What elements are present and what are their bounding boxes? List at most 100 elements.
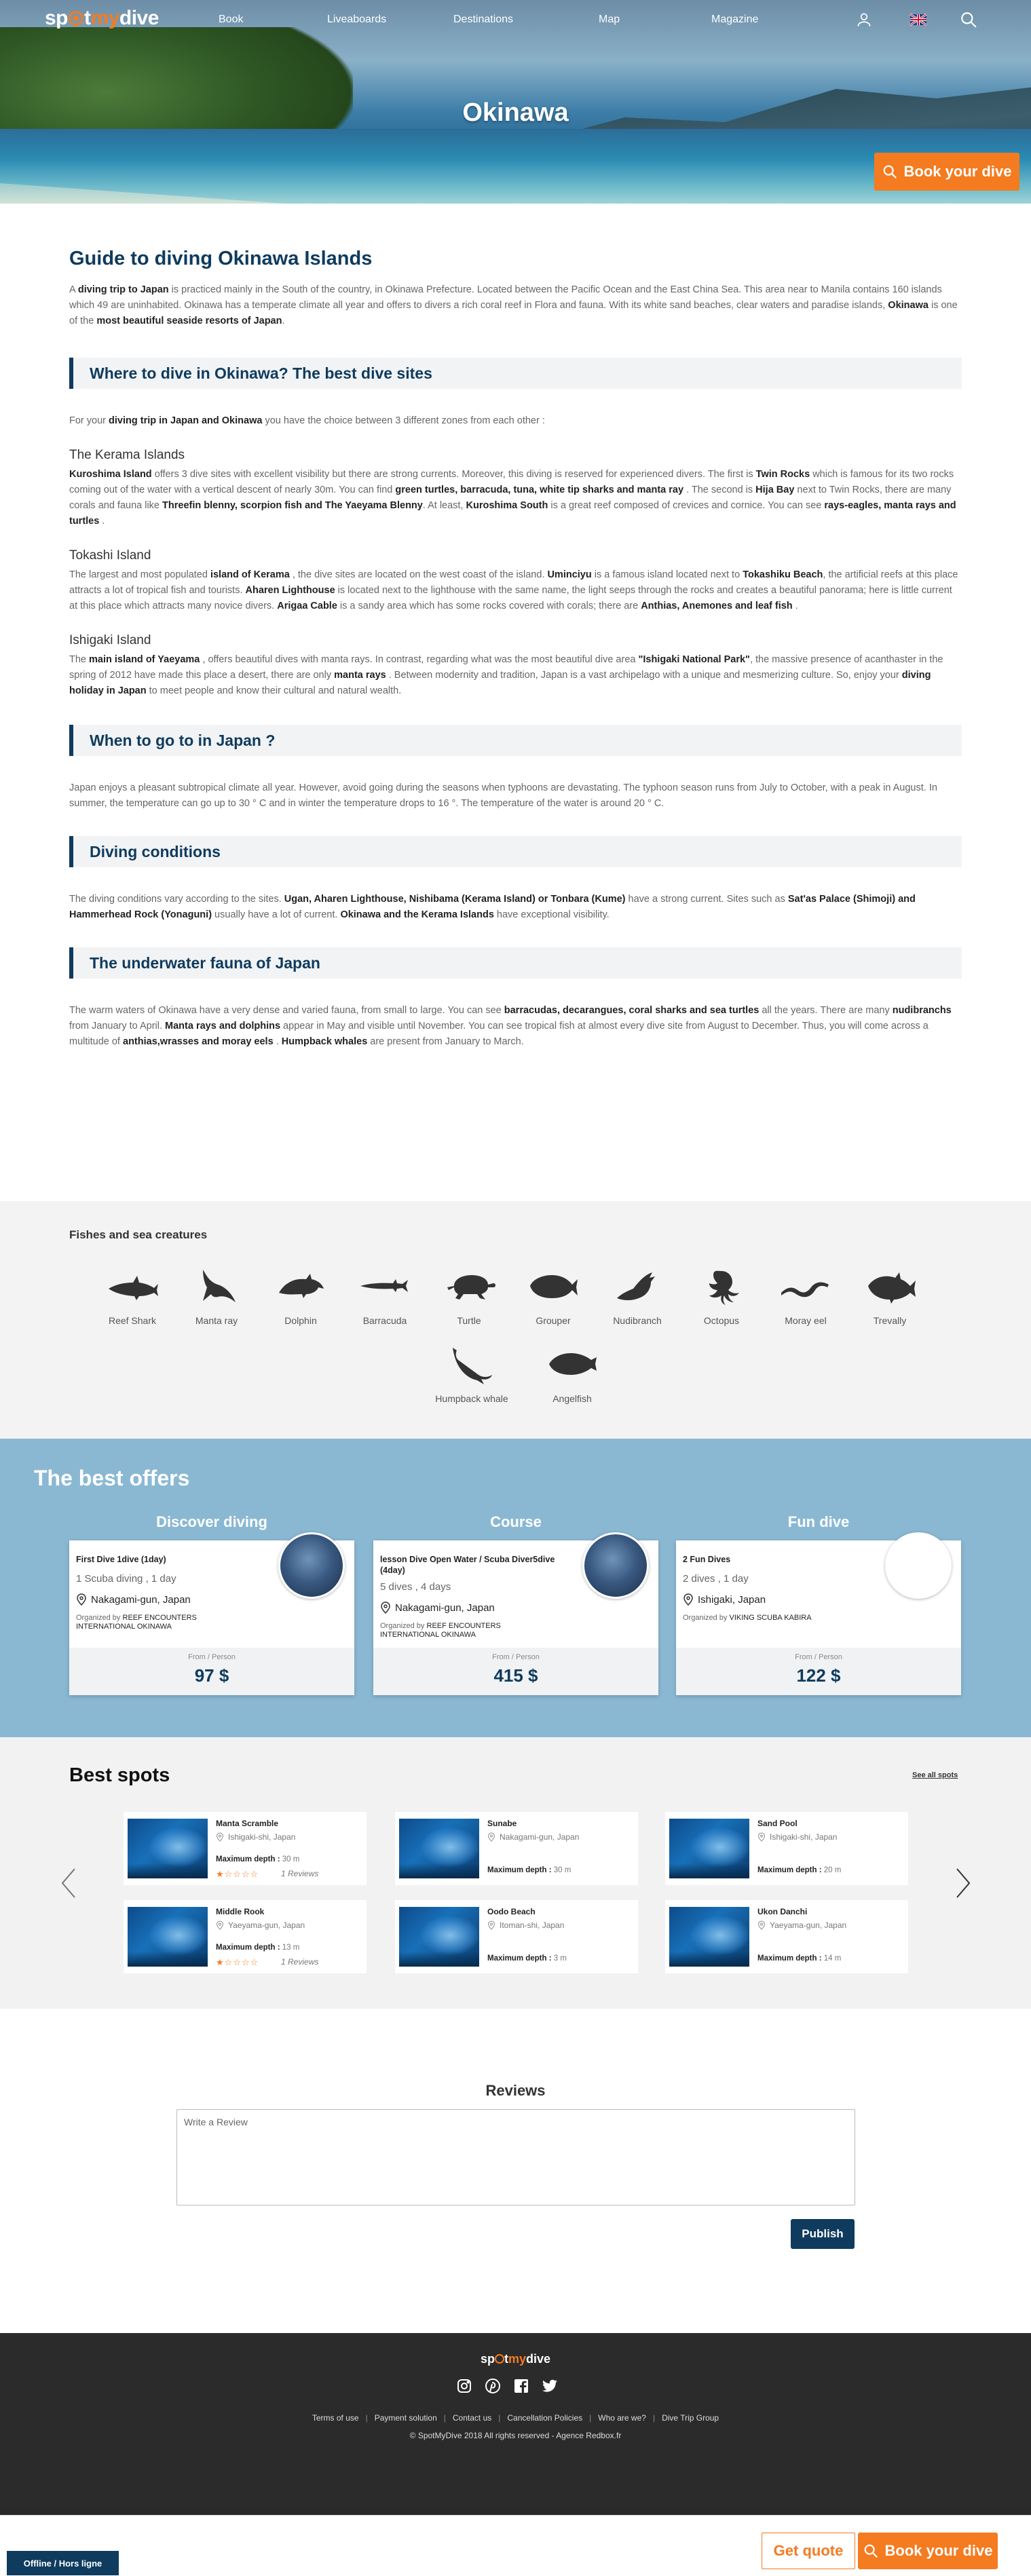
offer-price: 97 $ [194, 1665, 229, 1686]
search-icon[interactable] [960, 11, 977, 29]
creature-humpback-whale[interactable]: Humpback whale [434, 1344, 509, 1404]
hero-book-button[interactable]: Book your dive [874, 153, 1019, 191]
spot-card[interactable]: Middle Rook Yaeyama-gun, Japan Maximum dep… [124, 1900, 367, 1973]
facebook-icon[interactable] [513, 2378, 529, 2398]
nudibranch-icon [617, 1272, 655, 1300]
footer-link[interactable]: Dive Trip Group [662, 2413, 719, 2423]
twitter-icon[interactable] [542, 2378, 558, 2398]
nav-destinations[interactable]: Destinations [453, 14, 513, 26]
reviews-title: Reviews [485, 2082, 546, 2099]
creature-trevally[interactable]: Trevally [852, 1266, 927, 1326]
footer-link[interactable]: Cancellation Policies [507, 2413, 582, 2423]
offer-price-footer: From / Person 97 $ [69, 1648, 354, 1695]
offer-name[interactable]: First Dive 1dive (1day) [76, 1554, 252, 1565]
rating-stars: ★☆☆☆☆ [216, 1869, 259, 1879]
spot-thumbnail[interactable] [669, 1907, 749, 1967]
spot-name[interactable]: Manta Scramble [216, 1819, 278, 1828]
creature-angelfish[interactable]: Angelfish [535, 1344, 610, 1404]
review-textarea[interactable]: Write a Review [176, 2109, 855, 2205]
spot-card[interactable]: Sunabe Nakagami-gun, Japan Maximum depth :… [395, 1812, 638, 1885]
price-from-label: From / Person [795, 1653, 842, 1661]
creature-octopus[interactable]: Octopus [684, 1266, 759, 1326]
offer-card[interactable]: First Dive 1dive (1day) 1 Scuba diving , … [69, 1532, 354, 1695]
creature-nudibranch[interactable]: Nudibranch [600, 1266, 675, 1326]
nav-map[interactable]: Map [599, 14, 620, 26]
offer-location: Nakagami-gun, Japan [380, 1602, 495, 1614]
creature-label: Octopus [703, 1315, 740, 1326]
offer-card[interactable]: lesson Dive Open Water / Scuba Diver5div… [373, 1532, 658, 1695]
spot-depth: Maximum depth : 13 m [216, 1944, 300, 1952]
spot-card[interactable]: Manta Scramble Ishigaki-shi, Japan Maximum… [124, 1812, 367, 1885]
location-pin-icon [216, 1832, 224, 1842]
carousel-next-icon[interactable] [953, 1866, 973, 1900]
spot-depth: Maximum depth : 14 m [757, 1954, 842, 1963]
spot-thumbnail[interactable] [128, 1819, 208, 1878]
offers-title: The best offers [34, 1466, 190, 1490]
best-spots-section: Best spots See all spots Manta Scramble I… [0, 1737, 1031, 2009]
creature-turtle[interactable]: Turtle [432, 1266, 506, 1326]
carousel-prev-icon[interactable] [58, 1866, 79, 1900]
get-quote-button[interactable]: Get quote [762, 2533, 855, 2569]
offer-price: 122 $ [796, 1665, 841, 1686]
review-count: 1 Reviews [281, 1957, 319, 1967]
section-fauna-title: The underwater fauna of Japan [69, 947, 962, 979]
nav-liveaboards[interactable]: Liveaboards [327, 14, 386, 26]
pinterest-icon[interactable] [485, 2378, 501, 2398]
spot-location: Itoman-shi, Japan [487, 1920, 564, 1930]
spot-thumbnail[interactable] [128, 1907, 208, 1967]
creature-grouper[interactable]: Grouper [516, 1266, 591, 1326]
spot-name[interactable]: Sand Pool [757, 1819, 798, 1828]
grouper-icon [530, 1275, 578, 1298]
creature-reef-shark[interactable]: Reef Shark [95, 1266, 170, 1326]
location-pin-icon [683, 1593, 693, 1606]
spot-name[interactable]: Oodo Beach [487, 1907, 536, 1916]
footer-link[interactable]: Payment solution [375, 2413, 437, 2423]
fishes-title: Fishes and sea creatures [69, 1228, 208, 1241]
creature-label: Grouper [536, 1315, 571, 1326]
price-from-label: From / Person [492, 1653, 540, 1661]
location-pin-icon [216, 1920, 224, 1930]
spot-name[interactable]: Ukon Danchi [757, 1907, 807, 1916]
spot-card[interactable]: Oodo Beach Itoman-shi, Japan Maximum depth… [395, 1900, 638, 1973]
offer-card[interactable]: 2 Fun Dives 2 dives , 1 day Ishigaki, Japa… [676, 1532, 961, 1695]
nav-magazine[interactable]: Magazine [711, 14, 758, 26]
see-all-spots-link[interactable]: See all spots [912, 1771, 958, 1779]
spot-thumbnail[interactable] [399, 1819, 479, 1878]
spot-card[interactable]: Sand Pool Ishigaki-shi, Japan Maximum dept… [665, 1812, 908, 1885]
footer-link[interactable]: Who are we? [598, 2413, 646, 2423]
offer-name[interactable]: 2 Fun Dives [683, 1554, 859, 1565]
spot-name[interactable]: Sunabe [487, 1819, 517, 1828]
location-pin-icon [757, 1832, 766, 1842]
location-pin-icon [487, 1832, 495, 1842]
bottom-book-button[interactable]: Book your dive [858, 2533, 998, 2569]
spot-thumbnail[interactable] [399, 1907, 479, 1967]
spot-depth: Maximum depth : 3 m [487, 1954, 567, 1963]
offer-image [278, 1532, 345, 1599]
offer-meta: 1 Scuba diving , 1 day [76, 1573, 176, 1585]
creature-manta-ray[interactable]: Manta ray [179, 1266, 254, 1326]
creature-dolphin[interactable]: Dolphin [263, 1266, 338, 1326]
spot-thumbnail[interactable] [669, 1819, 749, 1878]
social-links [456, 2378, 558, 2398]
footer-link[interactable]: Contact us [453, 2413, 491, 2423]
creature-label: Reef Shark [108, 1315, 157, 1326]
offer-name[interactable]: lesson Dive Open Water / Scuba Diver5div… [380, 1554, 557, 1576]
nav-book[interactable]: Book [219, 14, 243, 26]
uk-flag-icon[interactable] [910, 11, 927, 29]
user-icon[interactable] [855, 11, 873, 29]
spot-location: Ishigaki-shi, Japan [757, 1832, 837, 1842]
offer-price-footer: From / Person 122 $ [676, 1648, 961, 1695]
offline-badge[interactable]: Offline / Hors ligne [7, 2551, 119, 2575]
instagram-icon[interactable] [456, 2378, 472, 2398]
spot-name[interactable]: Middle Rook [216, 1907, 264, 1916]
publish-button[interactable]: Publish [791, 2219, 855, 2249]
spot-location: Nakagami-gun, Japan [487, 1832, 579, 1842]
creature-barracuda[interactable]: Barracuda [348, 1266, 422, 1326]
site-logo[interactable]: sp tmydive [45, 7, 159, 30]
spot-card[interactable]: Ukon Danchi Yaeyama-gun, Japan Maximum dep… [665, 1900, 908, 1973]
shark-icon [109, 1276, 158, 1300]
footer-logo[interactable]: sp tmydive [0, 2352, 1031, 2366]
footer-link[interactable]: Terms of use [312, 2413, 359, 2423]
creature-moray-eel[interactable]: Moray eel [768, 1266, 843, 1326]
creature-label: Humpback whale [435, 1393, 508, 1404]
